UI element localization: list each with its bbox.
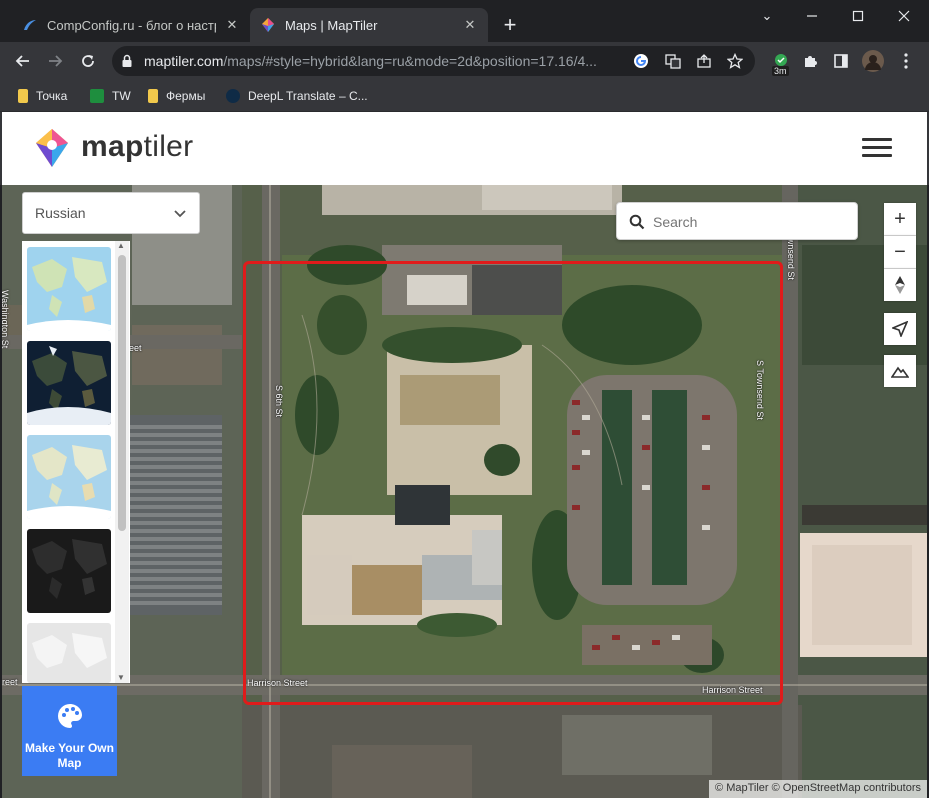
- google-icon[interactable]: [632, 52, 650, 70]
- chevron-down-icon: [174, 210, 186, 218]
- close-tab-icon[interactable]: ✕: [462, 17, 478, 33]
- site-header: maptiler: [0, 112, 929, 185]
- mountain-icon: [891, 366, 909, 378]
- zoom-out-button[interactable]: −: [884, 236, 916, 268]
- tab-strip: CompConfig.ru - блог о настрой ✕ Maps | …: [0, 0, 929, 42]
- maptiler-logo[interactable]: [32, 127, 72, 169]
- back-icon[interactable]: [10, 48, 36, 74]
- tab-title: Maps | MapTiler: [285, 17, 378, 33]
- bookmark-tw[interactable]: TW: [90, 86, 131, 106]
- search-input[interactable]: [651, 211, 845, 233]
- terrain-button[interactable]: [884, 355, 916, 387]
- bookmark-deepl[interactable]: DeepL Translate – С...: [226, 86, 368, 106]
- folder-icon: [148, 89, 158, 103]
- forward-icon[interactable]: [42, 48, 68, 74]
- style-list-scroll-thumb[interactable]: [118, 255, 126, 531]
- bookmark-label: TW: [112, 89, 131, 103]
- reload-icon[interactable]: [75, 48, 101, 74]
- compass-button[interactable]: [884, 269, 916, 301]
- share-icon[interactable]: [695, 52, 713, 70]
- search-icon: [629, 214, 645, 230]
- maptiler-favicon: [262, 18, 274, 32]
- deepl-icon: [226, 89, 240, 103]
- street-label: eet: [129, 343, 142, 353]
- scroll-up-icon[interactable]: ▲: [117, 241, 125, 250]
- hamburger-icon[interactable]: [862, 136, 894, 160]
- street-label: Washington St: [2, 290, 10, 349]
- style-thumbnail-dark-blue[interactable]: [27, 341, 111, 425]
- translate-icon[interactable]: [664, 52, 682, 70]
- bookmark-star-icon[interactable]: [726, 52, 744, 70]
- bookmark-label: DeepL Translate – С...: [248, 89, 368, 103]
- tab-maptiler[interactable]: Maps | MapTiler ✕: [250, 8, 488, 42]
- language-value: Russian: [35, 205, 86, 221]
- style-thumbnail-streets[interactable]: [27, 247, 111, 331]
- brand-name[interactable]: maptiler: [81, 130, 193, 164]
- bookmark-fermy[interactable]: Фермы: [148, 86, 205, 106]
- tab-title: CompConfig.ru - блог о настрой: [47, 17, 216, 33]
- satellite-map[interactable]: Harrison Street Harrison Street eet reet…: [2, 185, 927, 798]
- scroll-down-icon[interactable]: ▼: [117, 673, 125, 682]
- sheets-icon: [90, 89, 104, 103]
- lock-icon[interactable]: [121, 54, 133, 68]
- map-search[interactable]: [616, 202, 858, 240]
- location-arrow-icon: [892, 321, 908, 337]
- close-window-icon[interactable]: [881, 0, 927, 32]
- tab-search-icon[interactable]: ⌄: [744, 0, 790, 32]
- style-thumbnail-light[interactable]: [27, 435, 111, 519]
- style-thumbnail-grey[interactable]: [27, 623, 111, 683]
- language-select[interactable]: Russian: [22, 192, 200, 234]
- minimize-icon[interactable]: [789, 0, 835, 32]
- compconfig-favicon: [24, 20, 36, 30]
- side-panel-icon[interactable]: [828, 48, 854, 74]
- highlight-rectangle: [243, 261, 783, 705]
- palette-icon: [57, 704, 82, 728]
- bookmark-tochka[interactable]: Точка: [18, 86, 67, 106]
- close-tab-icon[interactable]: ✕: [224, 17, 240, 33]
- extension-badge: 3m: [772, 66, 789, 76]
- bookmark-label: Фермы: [166, 89, 206, 103]
- style-thumbnail-dark[interactable]: [27, 529, 111, 613]
- make-your-own-map-label: Make Your Own Map: [25, 741, 114, 770]
- street-label: reet: [2, 677, 18, 687]
- url-text[interactable]: maptiler.com/maps/#style=hybrid&lang=ru&…: [144, 53, 614, 69]
- browser-toolbar: maptiler.com/maps/#style=hybrid&lang=ru&…: [0, 42, 929, 80]
- extensions-puzzle-icon[interactable]: [797, 48, 823, 74]
- address-bar[interactable]: maptiler.com/maps/#style=hybrid&lang=ru&…: [112, 46, 755, 76]
- tab-compconfig[interactable]: CompConfig.ru - блог о настрой ✕: [12, 8, 250, 42]
- folder-icon: [18, 89, 28, 103]
- bookmarks-bar: Точка TW Фермы DeepL Translate – С...: [0, 80, 929, 112]
- bookmark-label: Точка: [36, 89, 68, 103]
- map-attribution[interactable]: © MapTiler © OpenStreetMap contributors: [709, 780, 927, 798]
- zoom-in-button[interactable]: +: [884, 203, 916, 235]
- make-your-own-map-button[interactable]: Make Your Own Map: [22, 686, 117, 776]
- maximize-icon[interactable]: [835, 0, 881, 32]
- chrome-menu-icon[interactable]: [893, 48, 919, 74]
- new-tab-button[interactable]: +: [498, 14, 522, 38]
- geolocate-button[interactable]: [884, 313, 916, 345]
- profile-avatar[interactable]: [860, 48, 886, 74]
- map-style-list: ▲ ▼: [22, 241, 130, 683]
- compass-icon: [895, 276, 905, 294]
